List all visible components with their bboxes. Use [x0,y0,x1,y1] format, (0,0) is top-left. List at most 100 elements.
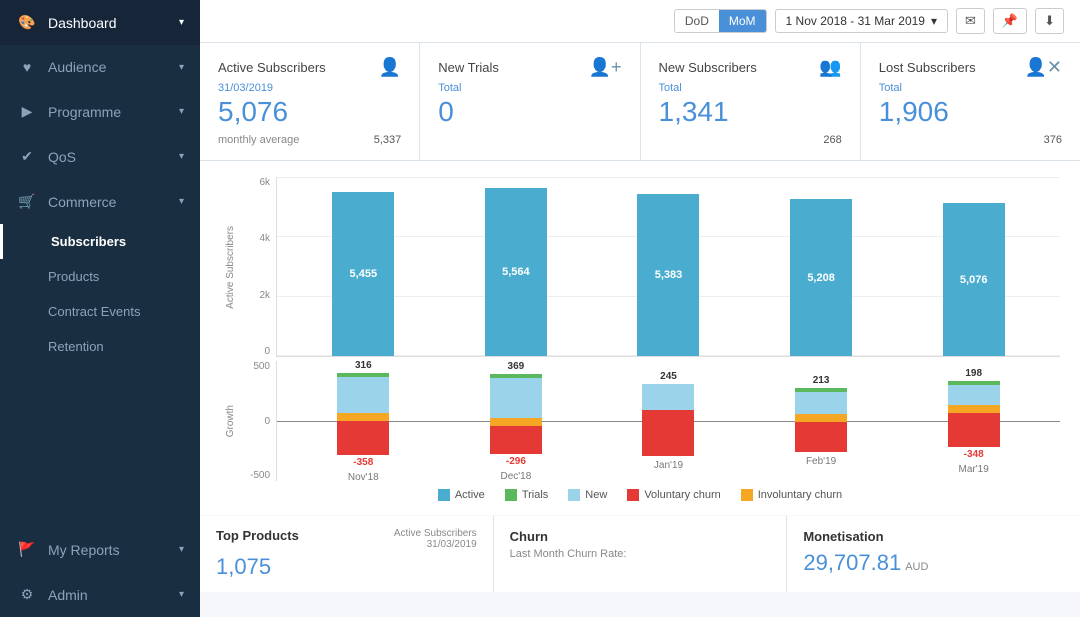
date-range-picker[interactable]: 1 Nov 2018 - 31 Mar 2019 ▾ [775,9,948,33]
stat-label-trials: Total [438,82,621,94]
growth-col-mar19: 198 -348 Mar'19 [948,361,1000,481]
sidebar-item-retention[interactable]: Retention [0,329,200,364]
legend-involuntary-churn: Involuntary churn [741,489,842,501]
download-button[interactable]: ⬇ [1035,8,1064,34]
chevron-down-icon: ▾ [179,17,184,28]
chevron-down-icon: ▾ [179,589,184,600]
sidebar-item-admin[interactable]: ⚙ Admin ▾ [0,572,200,617]
new-bar-mar19 [948,385,1000,405]
sidebar-item-qos[interactable]: ✔ QoS ▾ [0,134,200,179]
stat-label-lost: Total [879,82,1062,94]
chevron-down-icon: ▾ [931,14,937,28]
stat-value-new-subs: 1,341 [659,96,842,128]
growth-col-jan19: 245 Jan'19 [642,361,694,481]
lost-subscribers-icon: 👤✕ [1025,57,1063,78]
sidebar-item-products[interactable]: Products [0,259,200,294]
legend-active: Active [438,489,485,501]
qos-icon: ✔ [16,148,38,165]
bar-value-jan19: 5,383 [637,194,699,356]
sidebar-item-my-reports[interactable]: 🚩 My Reports ▾ [0,527,200,572]
y-axis-label-active: Active Subscribers [225,226,236,309]
inv-churn-bar-feb19 [795,414,847,422]
bottom-title-churn: Churn [510,529,548,544]
stat-title-new-subs: New Subscribers [659,60,757,75]
stat-card-active-subscribers: Active Subscribers 👤 31/03/2019 5,076 mo… [200,43,420,160]
new-bar-jan19 [642,384,694,410]
bottom-title-monetisation: Monetisation [803,529,883,544]
stat-value-lost: 1,906 [879,96,1062,128]
active-subscribers-chart: Active Subscribers 6k 4k 2k 0 [220,177,1060,505]
sidebar: 🎨 Dashboard ▾ ♥ Audience ▾ ▶ Programme ▾… [0,0,200,617]
sidebar-item-programme[interactable]: ▶ Programme ▾ [0,89,200,134]
stat-label-new-subs: Total [659,82,842,94]
sidebar-item-dashboard[interactable]: 🎨 Dashboard ▾ [0,0,200,45]
reports-icon: 🚩 [16,541,38,558]
bar-mar19: 5,076 [943,203,1005,356]
legend-color-active [438,489,450,501]
bottom-value-products: 1,075 [216,554,477,580]
pin-button[interactable]: 📌 [993,8,1027,34]
bottom-section: Top Products Active Subscribers 31/03/20… [200,516,1080,592]
sidebar-item-subscribers[interactable]: Subscribers [0,224,200,259]
chart-container: Active Subscribers 6k 4k 2k 0 [200,161,1080,515]
chevron-down-icon: ▾ [179,62,184,73]
sidebar-sub-label: Products [48,269,99,284]
sidebar-item-commerce[interactable]: 🛒 Commerce ▾ [0,179,200,224]
bottom-value-monetisation: 29,707.81 [803,550,901,576]
vol-churn-bar-mar19 [948,413,1000,447]
stat-title-active: Active Subscribers [218,60,326,75]
growth-col-dec18: 369 -296 Dec'18 [490,361,542,481]
commerce-icon: 🛒 [16,193,38,210]
stat-card-lost-subscribers: Lost Subscribers 👤✕ Total 1,906 376 [861,43,1080,160]
sidebar-item-label: Commerce [48,194,116,210]
sidebar-item-audience[interactable]: ♥ Audience ▾ [0,45,200,89]
vol-churn-bar-nov18 [337,421,389,455]
main-content: DoD MoM 1 Nov 2018 - 31 Mar 2019 ▾ ✉ 📌 ⬇… [200,0,1080,617]
legend-color-new [568,489,580,501]
chevron-down-icon: ▾ [179,151,184,162]
legend-color-vol-churn [627,489,639,501]
sidebar-sub-label: Retention [48,339,104,354]
dod-toggle-button[interactable]: DoD [675,10,719,32]
growth-col-feb19: 213 Feb'19 [795,361,847,481]
bottom-card-monetisation: Monetisation 29,707.81 AUD [787,516,1080,592]
sidebar-item-label: Programme [48,104,121,120]
bottom-sub-churn: Last Month Churn Rate: [510,548,771,560]
bar-feb19: 5,208 [790,199,852,356]
bar-value-nov18: 5,455 [332,192,394,356]
sidebar-item-contract-events[interactable]: Contract Events [0,294,200,329]
chevron-down-icon: ▾ [179,196,184,207]
vol-churn-bar-jan19 [642,410,694,456]
stat-value-active: 5,076 [218,96,401,128]
active-subscribers-icon: 👤 [379,57,401,78]
email-button[interactable]: ✉ [956,8,985,34]
new-bar-nov18 [337,377,389,413]
legend-trials: Trials [505,489,548,501]
stat-sub-value-lost: 376 [1044,134,1062,146]
vol-churn-bar-dec18 [490,426,542,454]
sidebar-item-label: QoS [48,149,76,165]
dashboard-icon: 🎨 [16,14,38,31]
stat-cards-row: Active Subscribers 👤 31/03/2019 5,076 mo… [200,43,1080,161]
charts-area: Active Subscribers 6k 4k 2k 0 [200,161,1080,617]
audience-icon: ♥ [16,59,38,75]
sidebar-sub-label: Contract Events [48,304,141,319]
stat-card-new-subscribers: New Subscribers 👥 Total 1,341 268 [641,43,861,160]
vol-churn-bar-feb19 [795,422,847,452]
stat-sub-value-active: 5,337 [374,134,402,146]
bottom-date-products: Active Subscribers [394,528,477,539]
new-trials-icon: 👤+ [589,57,622,78]
sidebar-item-label: Dashboard [48,15,117,31]
stat-sub-label-active: monthly average [218,134,299,146]
bar-value-feb19: 5,208 [790,199,852,356]
bottom-card-top-products: Top Products Active Subscribers 31/03/20… [200,516,493,592]
bar-value-mar19: 5,076 [943,203,1005,356]
mom-toggle-button[interactable]: MoM [719,10,766,32]
bar-dec18: 5,564 [485,188,547,356]
new-bar-dec18 [490,378,542,418]
admin-icon: ⚙ [16,586,38,603]
date-range-text: 1 Nov 2018 - 31 Mar 2019 [786,14,925,28]
stat-value-trials: 0 [438,96,621,128]
programme-icon: ▶ [16,103,38,120]
chart-legend: Active Trials New Voluntary churn [220,481,1060,505]
